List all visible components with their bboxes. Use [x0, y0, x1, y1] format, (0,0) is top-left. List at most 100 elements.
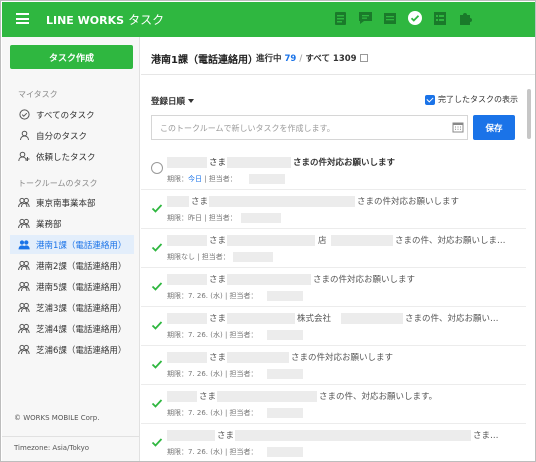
- sort-dropdown[interactable]: 登録日順: [151, 95, 195, 107]
- incomplete-circle-icon[interactable]: [151, 162, 163, 174]
- task-meta: 期限：7. 26. (水) | 担当者：: [167, 292, 258, 300]
- sidebar-item-label: 港南5課（電話連絡用）: [36, 282, 127, 293]
- person-icon: [18, 130, 30, 142]
- check-icon[interactable]: [151, 241, 163, 253]
- task-meta: 期限：7. 26. (水) | 担当者：: [167, 409, 258, 417]
- sidebar-item-room[interactable]: 芝浦6課（電話連絡用）: [10, 340, 134, 359]
- sidebar-item-room[interactable]: 港南2課（電話連絡用）: [10, 256, 134, 275]
- task-meta: 期限：7. 26. (水) | 担当者：: [167, 448, 258, 456]
- show-completed-toggle[interactable]: 完了したタスクの表示: [425, 94, 518, 105]
- sidebar-item-room[interactable]: 芝浦3課（電話連絡用）: [10, 298, 134, 317]
- save-button[interactable]: 保存: [473, 115, 515, 140]
- sidebar-item-room[interactable]: 芝浦4課（電話連絡用）: [10, 319, 134, 338]
- task-title-part: さま: [199, 392, 217, 402]
- checkbox-checked-icon[interactable]: [425, 94, 435, 105]
- puzzle-icon[interactable]: [457, 10, 473, 26]
- task-row[interactable]: さま さまの件、対応お願いします。 期限：7. 26. (水) | 担当者：: [141, 385, 526, 424]
- sidebar-item-room[interactable]: 港南5課（電話連絡用）: [10, 277, 134, 296]
- calendar-icon[interactable]: [452, 121, 464, 133]
- sidebar-item-label: 東京南事業本部: [36, 198, 96, 209]
- redacted-text: [267, 291, 303, 301]
- redacted-text: [167, 196, 189, 207]
- app-window: LINE WORKS タスク タスク作成 マイタスク すべてのタスク 自分のタス…: [0, 0, 536, 462]
- task-title-part: 株式会社: [297, 314, 332, 324]
- total-count[interactable]: 1309: [333, 54, 357, 64]
- task-row[interactable]: さま さまの件対応お願いします 期限：7. 26. (水) | 担当者：: [141, 346, 526, 385]
- external-link-icon[interactable]: [359, 54, 368, 62]
- create-task-button[interactable]: タスク作成: [10, 45, 133, 69]
- task-title-part: さまの件対応お願いします: [293, 158, 396, 168]
- redacted-text: [227, 352, 289, 363]
- task-meta: 期限：昨日 | 担当者：: [167, 214, 237, 222]
- sidebar-item-label: 芝浦3課（電話連絡用）: [36, 303, 127, 314]
- group-icon: [18, 260, 30, 272]
- group-icon: [18, 239, 30, 251]
- top-bar: LINE WORKS タスク: [2, 2, 535, 37]
- check-icon[interactable]: [151, 319, 163, 331]
- redacted-text: [341, 313, 403, 324]
- task-meta: 期限：7. 26. (水) | 担当者：: [167, 331, 258, 339]
- check-icon[interactable]: [151, 202, 163, 214]
- group-icon: [18, 323, 30, 335]
- sidebar-item-room[interactable]: 業務部: [10, 214, 134, 233]
- task-title-part: さま: [217, 431, 235, 441]
- app-switcher: [332, 10, 482, 30]
- mytask-section-title: マイタスク: [18, 90, 58, 99]
- sidebar-item-label: すべてのタスク: [36, 110, 95, 121]
- check-icon[interactable]: [151, 358, 163, 370]
- task-row[interactable]: さま さまの件対応お願いします 期限：昨日 | 担当者：: [141, 190, 526, 229]
- sidebar-item-label: 港南2課（電話連絡用）: [36, 261, 127, 272]
- task-row[interactable]: さま さま… 期限：7. 26. (水) | 担当者：: [141, 424, 526, 461]
- redacted-text: [167, 352, 207, 363]
- group-icon: [18, 281, 30, 293]
- in-progress-count[interactable]: 79: [284, 54, 296, 64]
- sort-label: 登録日順: [151, 97, 186, 107]
- sidebar-item-requested-tasks[interactable]: 依頼したタスク: [10, 147, 134, 166]
- task-title-part: さま: [209, 314, 227, 324]
- check-icon[interactable]: [151, 436, 163, 448]
- sidebar-item-label: 依頼したタスク: [36, 152, 96, 163]
- in-progress-label: 進行中: [256, 54, 282, 64]
- redacted-text: [267, 447, 303, 457]
- new-task-input[interactable]: このトークルームで新しいタスクを作成します。: [151, 115, 468, 140]
- form-icon[interactable]: [432, 10, 448, 26]
- redacted-text: [233, 252, 273, 262]
- hamburger-menu-icon[interactable]: [16, 13, 29, 24]
- brand-name: LINE WORKS: [46, 14, 125, 27]
- task-title-part: さま: [209, 353, 227, 363]
- sidebar-item-my-tasks[interactable]: 自分のタスク: [10, 126, 134, 145]
- note-icon[interactable]: [332, 10, 348, 26]
- redacted-text: [267, 369, 303, 379]
- redacted-text: [267, 408, 303, 418]
- task-icon[interactable]: [407, 10, 423, 26]
- timezone: Timezone: Asia/Tokyo: [2, 436, 139, 461]
- sidebar-item-room-active[interactable]: 港南1課（電話連絡用）: [10, 235, 134, 254]
- due-today: 今日: [188, 175, 202, 183]
- task-row[interactable]: さま 株式会社 さまの件、対応お願い… 期限：7. 26. (水) | 担当者：: [141, 307, 526, 346]
- task-title-part: さま: [191, 197, 209, 207]
- task-row[interactable]: さま さまの件対応お願いします 期限：7. 26. (水) | 担当者：: [141, 268, 526, 307]
- check-icon[interactable]: [151, 397, 163, 409]
- redacted-text: [167, 430, 215, 441]
- calendar-icon[interactable]: [382, 10, 398, 26]
- task-counts: 進行中 79 / すべて 1309: [256, 52, 368, 64]
- task-title-part: さま…: [473, 431, 499, 441]
- count-separator: /: [299, 54, 303, 64]
- sidebar-item-all-tasks[interactable]: すべてのタスク: [10, 105, 134, 124]
- task-title-part: さま: [209, 275, 227, 285]
- due-prefix: 期限：: [167, 175, 188, 183]
- scrollbar-thumb[interactable]: [527, 89, 531, 139]
- check-icon[interactable]: [151, 280, 163, 292]
- redacted-text: [217, 391, 317, 402]
- sidebar-item-room[interactable]: 東京南事業本部: [10, 193, 134, 212]
- sidebar-item-label: 業務部: [36, 219, 62, 230]
- task-row[interactable]: さま 店 さまの件、対応お願いしま… 期限なし | 担当者：: [141, 229, 526, 268]
- redacted-text: [249, 174, 285, 184]
- copyright: © WORKS MOBILE Corp.: [14, 414, 100, 422]
- redacted-text: [331, 235, 393, 246]
- task-row[interactable]: さま さまの件対応お願いします 期限：今日 | 担当者：: [141, 151, 526, 190]
- redacted-text: [167, 313, 207, 324]
- chat-icon[interactable]: [357, 10, 373, 26]
- task-title-part: さま: [209, 158, 227, 168]
- check-circle-icon: [18, 109, 30, 121]
